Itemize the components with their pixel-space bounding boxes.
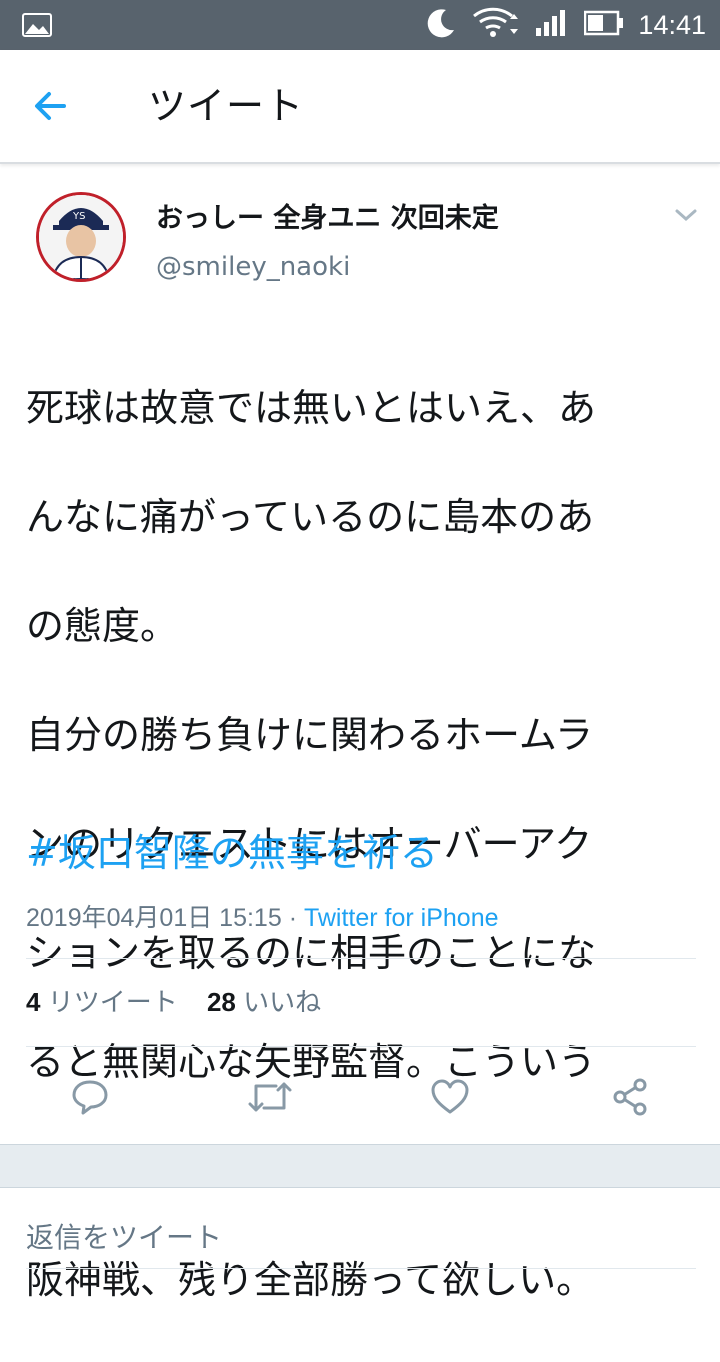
like-label: いいね (243, 987, 322, 1017)
signal-icon (534, 8, 570, 42)
reply-input[interactable]: 返信をツイート (26, 1216, 222, 1256)
image-icon (22, 13, 52, 41)
retweet-label: リツイート (47, 987, 178, 1017)
action-bar (0, 1072, 720, 1122)
arrow-left-icon (35, 92, 66, 120)
heart-icon (431, 1079, 469, 1114)
reply-icon (72, 1080, 108, 1115)
chevron-down-icon (675, 209, 697, 222)
display-name[interactable]: おっしー 全身ユニ 次回未定 (156, 196, 499, 235)
like-stat[interactable]: 28 いいね (207, 987, 321, 1017)
timestamp: 2019年04月01日 15:15 (26, 904, 282, 932)
battery-icon (584, 10, 624, 40)
tweet-meta: 2019年04月01日 15:15 · Twitter for iPhone (26, 898, 499, 934)
source-link[interactable]: Twitter for iPhone (304, 904, 499, 932)
like-button[interactable] (425, 1072, 475, 1122)
page-title: ツイート (148, 84, 305, 128)
share-button[interactable] (605, 1072, 655, 1122)
retweet-button[interactable] (245, 1072, 295, 1122)
more-options-button[interactable] (668, 200, 704, 230)
tweet-line: の態度。 (26, 603, 179, 648)
moon-icon (424, 6, 458, 44)
avatar[interactable]: YS (36, 192, 126, 282)
tweet-stats: 4 リツイート 28 いいね (26, 982, 343, 1019)
divider (26, 1268, 696, 1269)
retweet-icon (248, 1082, 292, 1112)
reply-button[interactable] (65, 1072, 115, 1122)
tweet-line: んなに痛がっているのに島本のあ (26, 494, 595, 539)
app-bar: ツイート (0, 50, 720, 164)
svg-text:YS: YS (72, 211, 85, 222)
like-count: 28 (206, 987, 236, 1017)
wifi-icon (472, 6, 520, 44)
divider (26, 958, 696, 959)
user-handle[interactable]: @smiley_naoki (156, 252, 350, 282)
retweet-stat[interactable]: 4 リツイート (26, 987, 178, 1017)
divider (26, 1046, 696, 1047)
back-button[interactable] (30, 86, 80, 128)
meta-separator: · (281, 904, 304, 932)
status-bar: 14:41 (0, 0, 720, 50)
clock: 14:41 (638, 9, 706, 40)
tweet-line: 自分の勝ち負けに関わるホームラ (26, 712, 593, 757)
tweet-line: 死球は故意では無いとはいえ、あ (26, 385, 597, 430)
section-separator (0, 1144, 720, 1188)
share-icon (613, 1078, 647, 1116)
retweet-count: 4 (26, 987, 41, 1017)
hashtag-link[interactable]: #坂口智隆の無事を祈る (26, 826, 438, 880)
